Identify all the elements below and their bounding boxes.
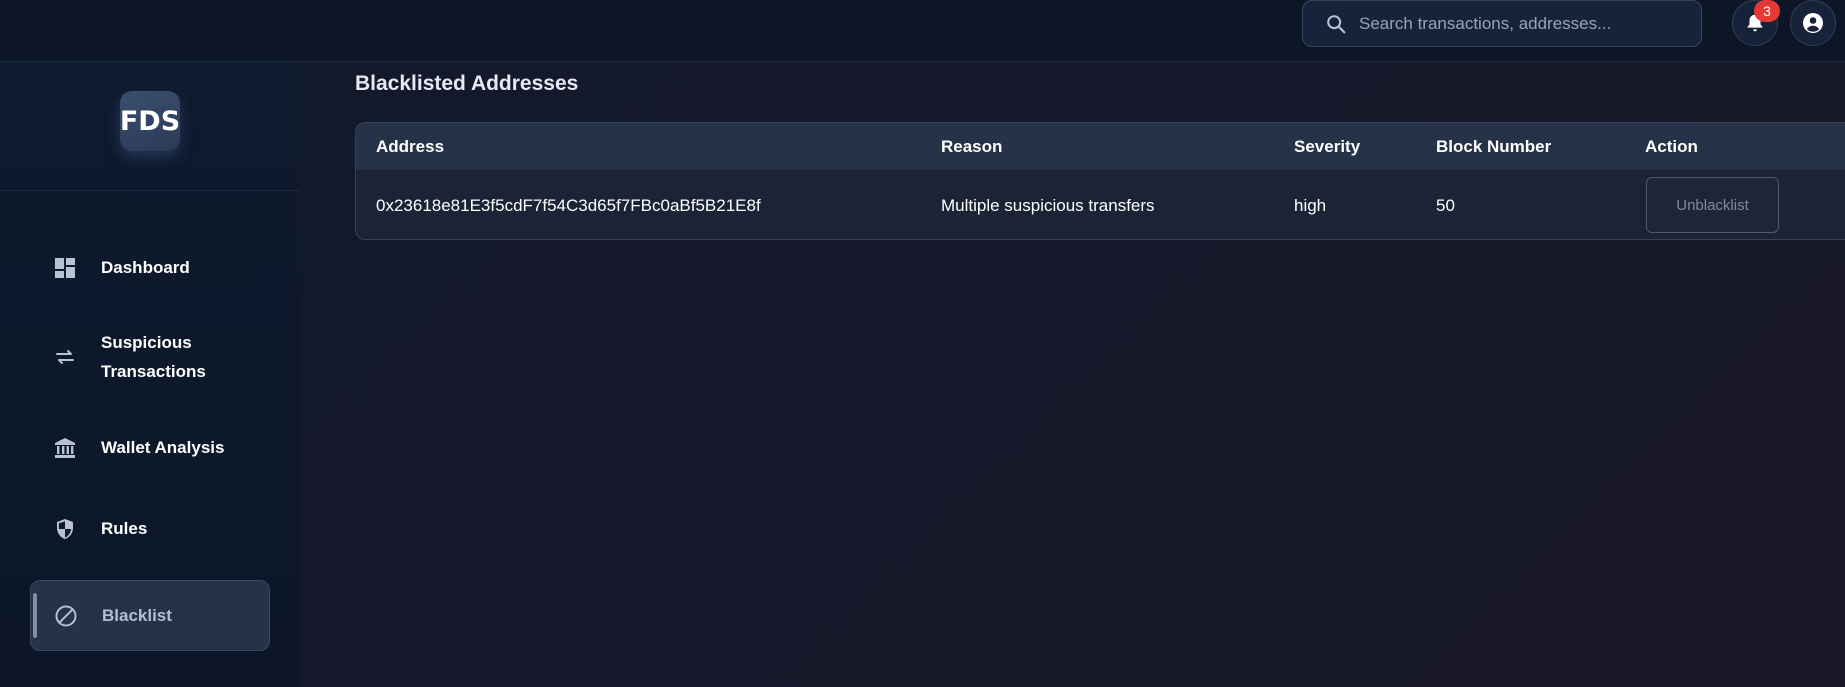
- sidebar-item-label: Rules: [101, 519, 148, 538]
- notification-count-badge: 3: [1754, 0, 1780, 22]
- column-header-severity: Severity: [1294, 136, 1361, 156]
- search-box[interactable]: [1302, 0, 1702, 47]
- severity-cell: high: [1294, 196, 1327, 215]
- account-button[interactable]: [1790, 0, 1836, 46]
- sidebar-item-dashboard[interactable]: Dashboard: [30, 240, 270, 295]
- page-title: Blacklisted Addresses: [355, 72, 579, 95]
- sidebar-item-label: Suspicious Transactions: [101, 333, 206, 381]
- top-bar: 3: [0, 0, 1845, 62]
- block-icon: [54, 604, 78, 628]
- column-header-block-number: Block Number: [1436, 136, 1552, 156]
- table-header-row: Address Reason Severity Block Number Act…: [356, 123, 1845, 170]
- reason-cell: Multiple suspicious transfers: [941, 196, 1155, 215]
- sidebar-item-suspicious-transactions[interactable]: Suspicious Transactions: [30, 317, 270, 397]
- column-header-address: Address: [376, 136, 445, 156]
- address-cell: 0x23618e81E3f5cdF7f54C3d65f7FBc0aBf5B21E…: [376, 196, 761, 215]
- unblacklist-button[interactable]: Unblacklist: [1646, 177, 1779, 233]
- sidebar-item-label: Blacklist: [102, 606, 172, 625]
- column-header-reason: Reason: [941, 136, 1003, 156]
- block-number-cell: 50: [1436, 196, 1455, 215]
- column-header-action: Action: [1645, 136, 1698, 156]
- logo-area: FDS: [0, 62, 300, 191]
- table-row: 0x23618e81E3f5cdF7f54C3d65f7FBc0aBf5B21E…: [356, 170, 1845, 239]
- sidebar-item-wallet-analysis[interactable]: Wallet Analysis: [30, 420, 270, 475]
- swap-arrows-icon: [53, 345, 77, 369]
- account-icon: [1803, 13, 1823, 33]
- blacklist-table: Address Reason Severity Block Number Act…: [355, 122, 1845, 240]
- search-input[interactable]: [1347, 1, 1701, 46]
- sidebar-item-label: Dashboard: [101, 258, 190, 277]
- sidebar-item-blacklist[interactable]: Blacklist: [30, 580, 270, 651]
- sidebar-item-label: Wallet Analysis: [101, 438, 225, 457]
- search-icon: [1327, 14, 1346, 33]
- app-logo[interactable]: FDS: [120, 91, 180, 151]
- dashboard-icon: [53, 256, 77, 280]
- sidebar: FDS Dashboard Suspicious Transactions Wa…: [0, 62, 300, 687]
- shield-icon: [53, 517, 77, 541]
- sidebar-item-rules[interactable]: Rules: [30, 501, 270, 556]
- bank-icon: [53, 436, 77, 460]
